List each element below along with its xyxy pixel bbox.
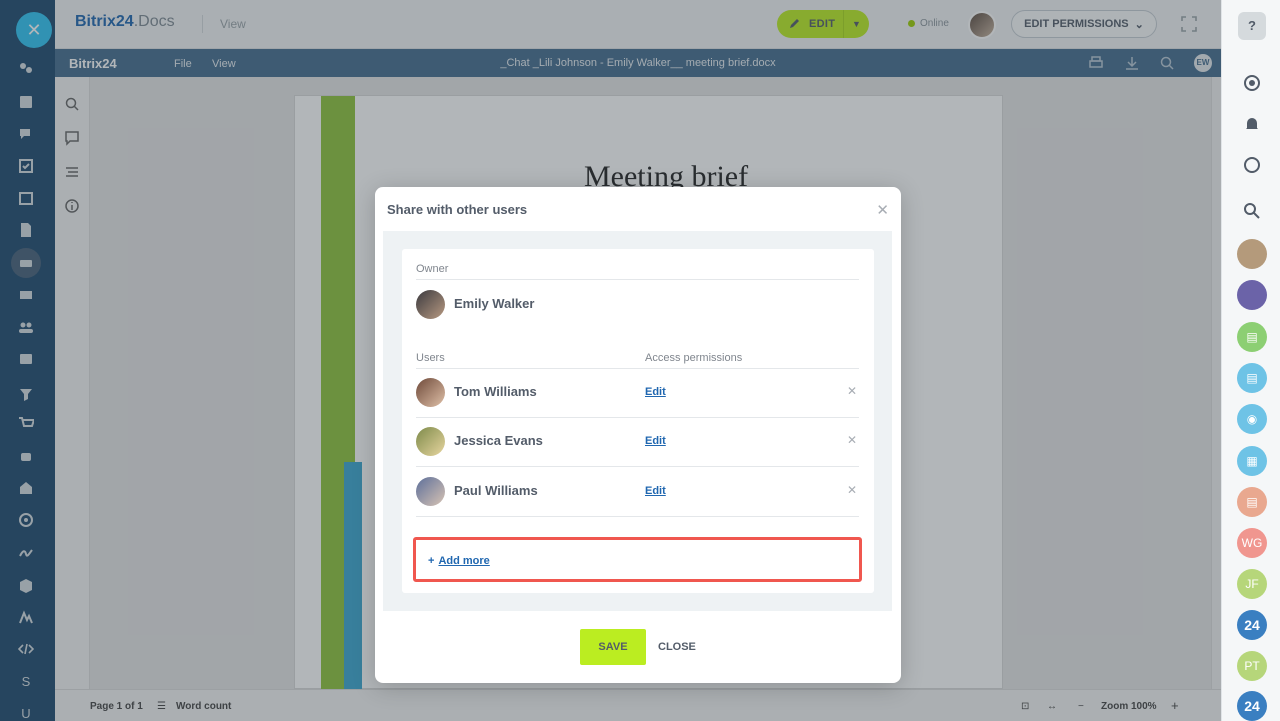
user-avatar (416, 477, 445, 506)
avatar-24[interactable]: 24 (1237, 691, 1267, 721)
help-icon[interactable]: ? (1238, 12, 1266, 40)
calendar-icon[interactable]: ▦ (1237, 446, 1267, 476)
access-column-header: Access permissions (645, 352, 743, 364)
user-avatar (416, 378, 445, 407)
contact-card-icon[interactable]: ▤ (1237, 363, 1267, 393)
add-more-link[interactable]: + Add more (428, 555, 490, 567)
search-chat-icon[interactable] (1242, 155, 1262, 175)
divider (416, 368, 859, 369)
share-dialog: Share with other users ✕ Owner Emily Wal… (375, 187, 901, 683)
target-icon[interactable] (1242, 73, 1262, 93)
search-icon[interactable] (1242, 201, 1262, 221)
owner-avatar (416, 290, 445, 319)
owner-label: Owner (416, 263, 449, 275)
dialog-body: Owner Emily Walker Users Access permissi… (383, 231, 892, 611)
save-button[interactable]: SAVE (580, 629, 646, 665)
remove-user-icon[interactable]: ✕ (847, 433, 857, 447)
contact-avatar[interactable] (1237, 280, 1267, 310)
contact-card-icon[interactable]: ▤ (1237, 322, 1267, 352)
divider (416, 466, 859, 467)
add-more-highlight: + Add more (413, 537, 862, 582)
divider (416, 279, 859, 280)
contact-card-icon[interactable]: ▤ (1237, 487, 1267, 517)
avatar-jf[interactable]: JF (1237, 569, 1267, 599)
user-name: Paul Williams (454, 483, 538, 498)
close-icon[interactable]: ✕ (876, 201, 889, 219)
add-more-label: Add more (438, 555, 490, 567)
user-permission-link[interactable]: Edit (645, 435, 666, 447)
owner-name: Emily Walker (454, 296, 535, 311)
share-card: Owner Emily Walker Users Access permissi… (402, 249, 874, 593)
divider (416, 516, 859, 517)
divider (416, 417, 859, 418)
user-permission-link[interactable]: Edit (645, 386, 666, 398)
avatar-wg[interactable]: WG (1237, 528, 1267, 558)
right-sidebar: ? ▤ ▤ ◉ ▦ ▤ WG JF 24 PT 24 (1221, 0, 1280, 721)
user-name: Jessica Evans (454, 433, 543, 448)
close-button[interactable]: CLOSE (658, 641, 696, 653)
user-permission-link[interactable]: Edit (645, 485, 666, 497)
avatar-24[interactable]: 24 (1237, 610, 1267, 640)
plus-icon: + (428, 555, 435, 567)
group-chat-icon[interactable]: ◉ (1237, 404, 1267, 434)
avatar-pt[interactable]: PT (1237, 651, 1267, 681)
contact-avatar[interactable] (1237, 239, 1267, 269)
dialog-title: Share with other users (387, 202, 528, 217)
remove-user-icon[interactable]: ✕ (847, 483, 857, 497)
users-column-header: Users (416, 352, 445, 364)
bell-icon[interactable] (1242, 114, 1262, 134)
user-avatar (416, 427, 445, 456)
remove-user-icon[interactable]: ✕ (847, 384, 857, 398)
user-name: Tom Williams (454, 384, 537, 399)
